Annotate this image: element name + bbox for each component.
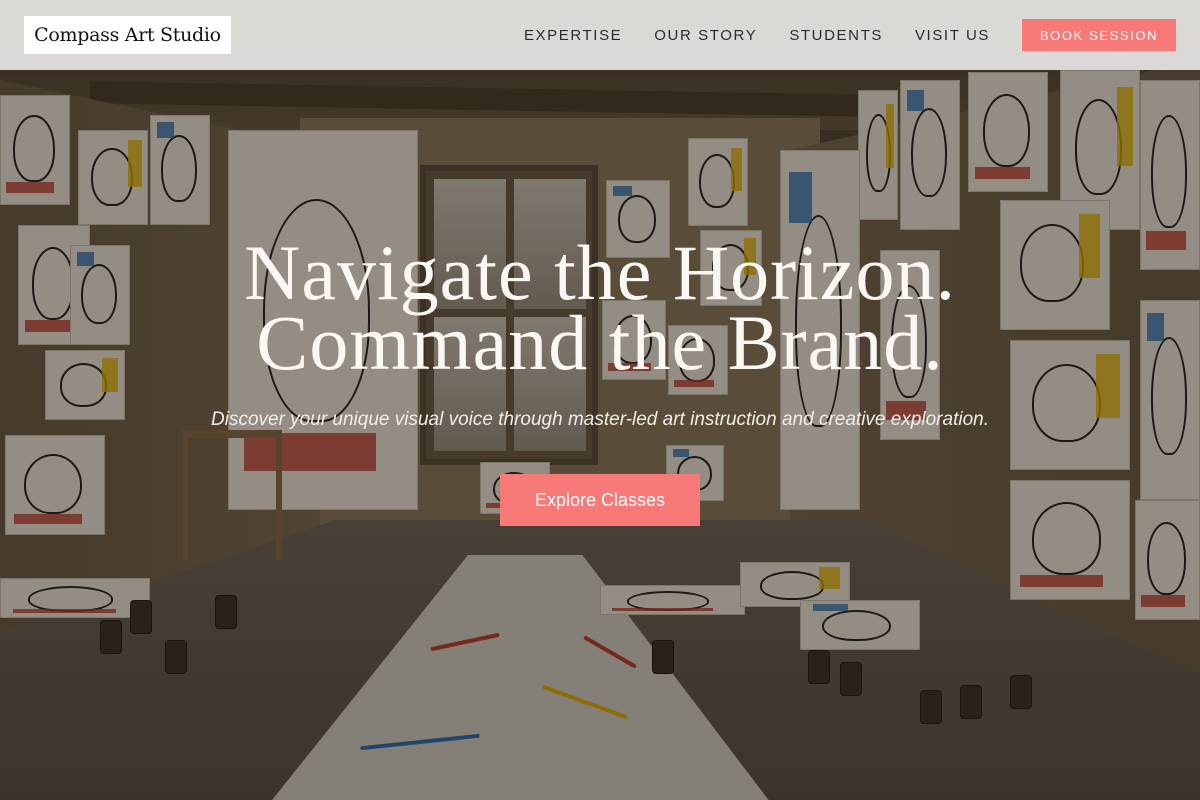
nav-links: EXPERTISE OUR STORY STUDENTS VISIT US bbox=[524, 27, 990, 44]
brand-logo[interactable]: Compass Art Studio bbox=[24, 16, 231, 54]
top-navigation-bar: Compass Art Studio EXPERTISE OUR STORY S… bbox=[0, 0, 1200, 70]
hero-section: Navigate the Horizon. Command the Brand.… bbox=[0, 0, 1200, 800]
nav-right-group: EXPERTISE OUR STORY STUDENTS VISIT US BO… bbox=[524, 19, 1176, 51]
nav-link-students[interactable]: STUDENTS bbox=[789, 27, 883, 44]
hero-headline-line-1: Navigate the Horizon. bbox=[244, 229, 956, 316]
explore-classes-button[interactable]: Explore Classes bbox=[500, 474, 700, 526]
nav-link-visit-us[interactable]: VISIT US bbox=[915, 27, 990, 44]
hero-headline-line-2: Command the Brand. bbox=[256, 299, 944, 386]
book-session-button[interactable]: BOOK SESSION bbox=[1022, 19, 1176, 51]
hero-content: Navigate the Horizon. Command the Brand.… bbox=[0, 229, 1200, 526]
nav-link-our-story[interactable]: OUR STORY bbox=[654, 27, 757, 44]
nav-link-expertise[interactable]: EXPERTISE bbox=[524, 27, 622, 44]
hero-subheadline: Discover your unique visual voice throug… bbox=[211, 409, 989, 430]
hero-headline: Navigate the Horizon. Command the Brand. bbox=[0, 229, 1200, 386]
